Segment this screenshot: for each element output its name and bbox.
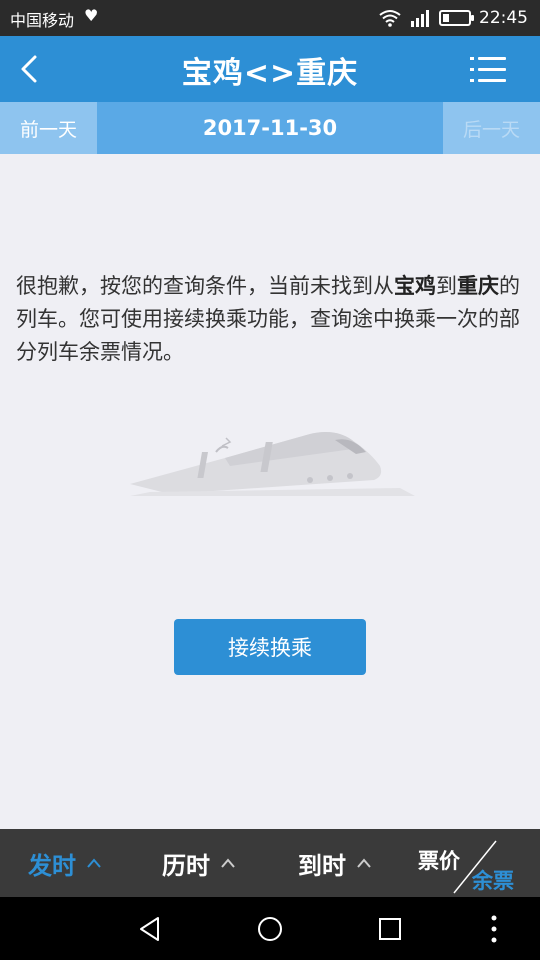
previous-day-button[interactable]: 前一天: [0, 102, 97, 154]
sort-bar: 发时 历时 到时 票价 余票: [0, 829, 540, 897]
message-text: 很抱歉，按您的查询条件，当前未找到从: [16, 274, 394, 298]
nav-more-button[interactable]: [464, 897, 524, 960]
sort-by-arrival-button[interactable]: 到时: [298, 829, 372, 897]
no-trains-message: 很抱歉，按您的查询条件，当前未找到从宝鸡到重庆的列车。您可使用接续换乘功能，查询…: [16, 270, 528, 369]
header-bar: 宝鸡<>重庆: [0, 36, 540, 102]
chevron-up-icon: [87, 858, 101, 868]
sort-label-arrival: 到时: [298, 851, 346, 880]
sort-label-remaining: 余票: [472, 869, 514, 893]
heart-icon: ♥: [84, 6, 99, 25]
origin-station: 宝鸡: [394, 274, 436, 298]
menu-icon: [470, 57, 474, 60]
page-title: 宝鸡<>重庆: [181, 56, 359, 91]
battery-icon: [439, 10, 474, 26]
circle-home-icon: [258, 916, 282, 941]
nav-home-button[interactable]: [240, 897, 300, 960]
destination-station: 重庆: [457, 274, 499, 298]
selected-date[interactable]: 2017-11-30: [97, 102, 443, 154]
menu-button[interactable]: [470, 55, 506, 85]
clock: 22:45: [479, 8, 528, 28]
chevron-up-icon: [221, 858, 235, 868]
sort-label-duration: 历时: [162, 851, 210, 880]
square-recents-icon: [379, 917, 401, 940]
triangle-back-icon: [140, 916, 159, 941]
cellular-signal-icon: [409, 9, 431, 27]
sort-label-departure: 发时: [28, 851, 76, 880]
transfer-search-button[interactable]: 接续换乘: [174, 619, 366, 675]
next-day-button[interactable]: 后一天: [443, 102, 540, 154]
wifi-icon: [379, 9, 401, 27]
sort-by-departure-button[interactable]: 发时: [28, 829, 102, 897]
high-speed-train-icon: [130, 432, 415, 496]
train-illustration: [130, 418, 415, 508]
message-text: 到: [436, 274, 457, 298]
chevron-up-icon: [357, 858, 371, 868]
sort-by-duration-button[interactable]: 历时: [162, 829, 236, 897]
carrier-name: 中国移动: [10, 11, 75, 30]
date-bar: 前一天 2017-11-30 后一天: [0, 102, 540, 154]
more-vertical-icon: [491, 915, 497, 942]
status-bar: 中国移动 ♥ 22:45: [0, 0, 540, 36]
status-icons: 22:45: [379, 6, 528, 30]
nav-recents-button[interactable]: [360, 897, 420, 960]
sort-by-price-remaining-button[interactable]: 票价 余票: [410, 829, 530, 897]
system-navigation-bar: [0, 897, 540, 960]
nav-back-button[interactable]: [120, 897, 180, 960]
